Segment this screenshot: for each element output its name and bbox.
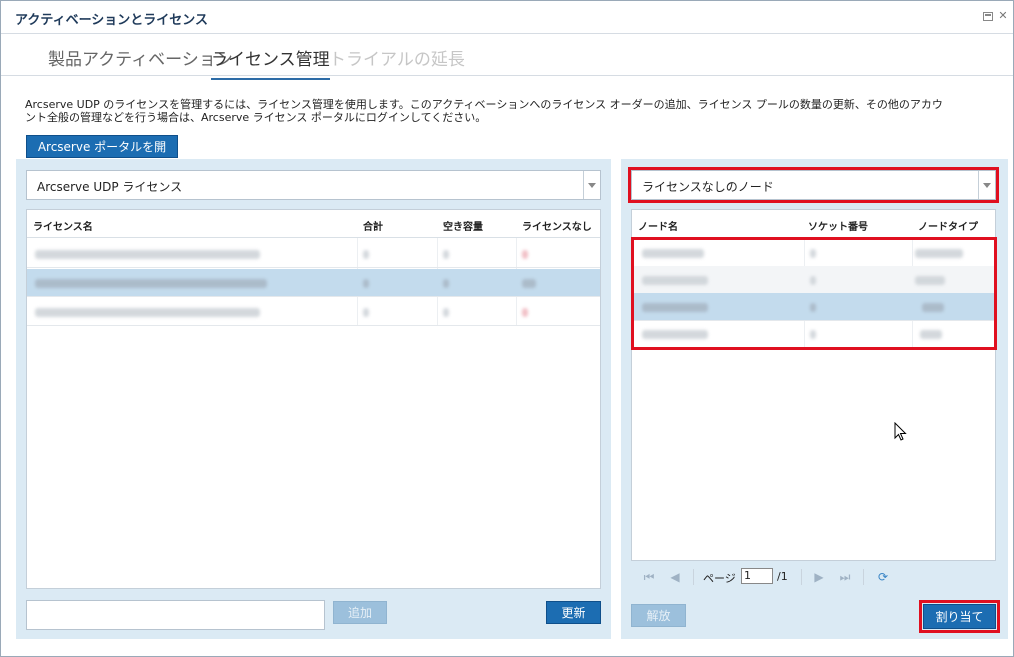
chevron-down-icon[interactable]	[978, 171, 995, 199]
page-label: ページ	[703, 572, 736, 585]
tab-license-management[interactable]: ライセンス管理	[211, 45, 330, 80]
col-license-name[interactable]: ライセンス名	[33, 218, 93, 233]
refresh-icon[interactable]: ⟳	[877, 571, 889, 583]
node-filter-value: ライセンスなしのノード	[642, 180, 774, 194]
node-grid: ノード名 ソケット番号 ノードタイプ	[631, 209, 996, 561]
assign-button[interactable]: 割り当て	[923, 604, 996, 629]
title-bar: アクティベーションとライセンス ✕	[1, 1, 1013, 34]
prev-page-icon[interactable]: ◀	[669, 571, 681, 583]
open-portal-button[interactable]: Arcserve ポータルを開く	[26, 135, 178, 175]
release-button[interactable]: 解放	[631, 604, 686, 627]
table-row[interactable]	[632, 293, 995, 321]
table-row[interactable]	[27, 269, 600, 297]
col-free[interactable]: 空き容量	[443, 218, 483, 233]
col-socket[interactable]: ソケット番号	[808, 218, 868, 233]
table-row[interactable]	[632, 239, 995, 267]
col-total[interactable]: 合計	[363, 218, 383, 233]
pager: ⏮ ◀ ページ 1 /1 ▶ ⏭ ⟳	[631, 563, 996, 591]
mouse-cursor-icon	[894, 422, 907, 441]
license-key-input[interactable]	[26, 600, 325, 630]
license-type-combo[interactable]: Arcserve UDP ライセンス	[26, 170, 601, 200]
chevron-down-icon[interactable]	[583, 171, 600, 199]
window-controls: ✕	[983, 10, 1009, 22]
next-page-icon[interactable]: ▶	[813, 571, 825, 583]
node-grid-header: ノード名 ソケット番号 ノードタイプ	[632, 210, 995, 238]
restore-icon[interactable]	[983, 12, 993, 21]
table-row[interactable]	[632, 320, 995, 348]
license-grid: ライセンス名 合計 空き容量 ライセンスなし	[26, 209, 601, 589]
window-title: アクティベーションとライセンス	[15, 13, 209, 28]
close-icon[interactable]: ✕	[997, 10, 1009, 22]
table-row[interactable]	[27, 298, 600, 326]
dialog-window: アクティベーションとライセンス ✕ 製品アクティベーション ライセンス管理 トラ…	[0, 0, 1014, 657]
update-button[interactable]: 更新	[546, 601, 601, 624]
tab-bar: 製品アクティベーション ライセンス管理 トライアルの延長	[1, 34, 1013, 80]
col-node-type[interactable]: ノードタイプ	[918, 218, 978, 233]
license-type-value: Arcserve UDP ライセンス	[37, 180, 183, 194]
description-text: Arcserve UDP のライセンスを管理するには、ライセンス管理を使用します…	[25, 98, 943, 124]
license-grid-header: ライセンス名 合計 空き容量 ライセンスなし	[27, 210, 600, 238]
add-button[interactable]: 追加	[333, 601, 387, 624]
node-filter-combo[interactable]: ライセンスなしのノード	[631, 170, 996, 200]
tab-trial-extension[interactable]: トライアルの延長	[329, 45, 465, 78]
col-unlicensed[interactable]: ライセンスなし	[522, 218, 592, 233]
last-page-icon[interactable]: ⏭	[839, 571, 851, 583]
col-node-name[interactable]: ノード名	[638, 218, 678, 233]
table-row[interactable]	[632, 266, 995, 294]
page-total: /1	[777, 570, 788, 583]
first-page-icon[interactable]: ⏮	[643, 571, 655, 583]
tab-product-activation[interactable]: 製品アクティベーション	[48, 45, 233, 78]
table-row[interactable]	[27, 240, 600, 268]
page-number-input[interactable]: 1	[741, 568, 773, 584]
